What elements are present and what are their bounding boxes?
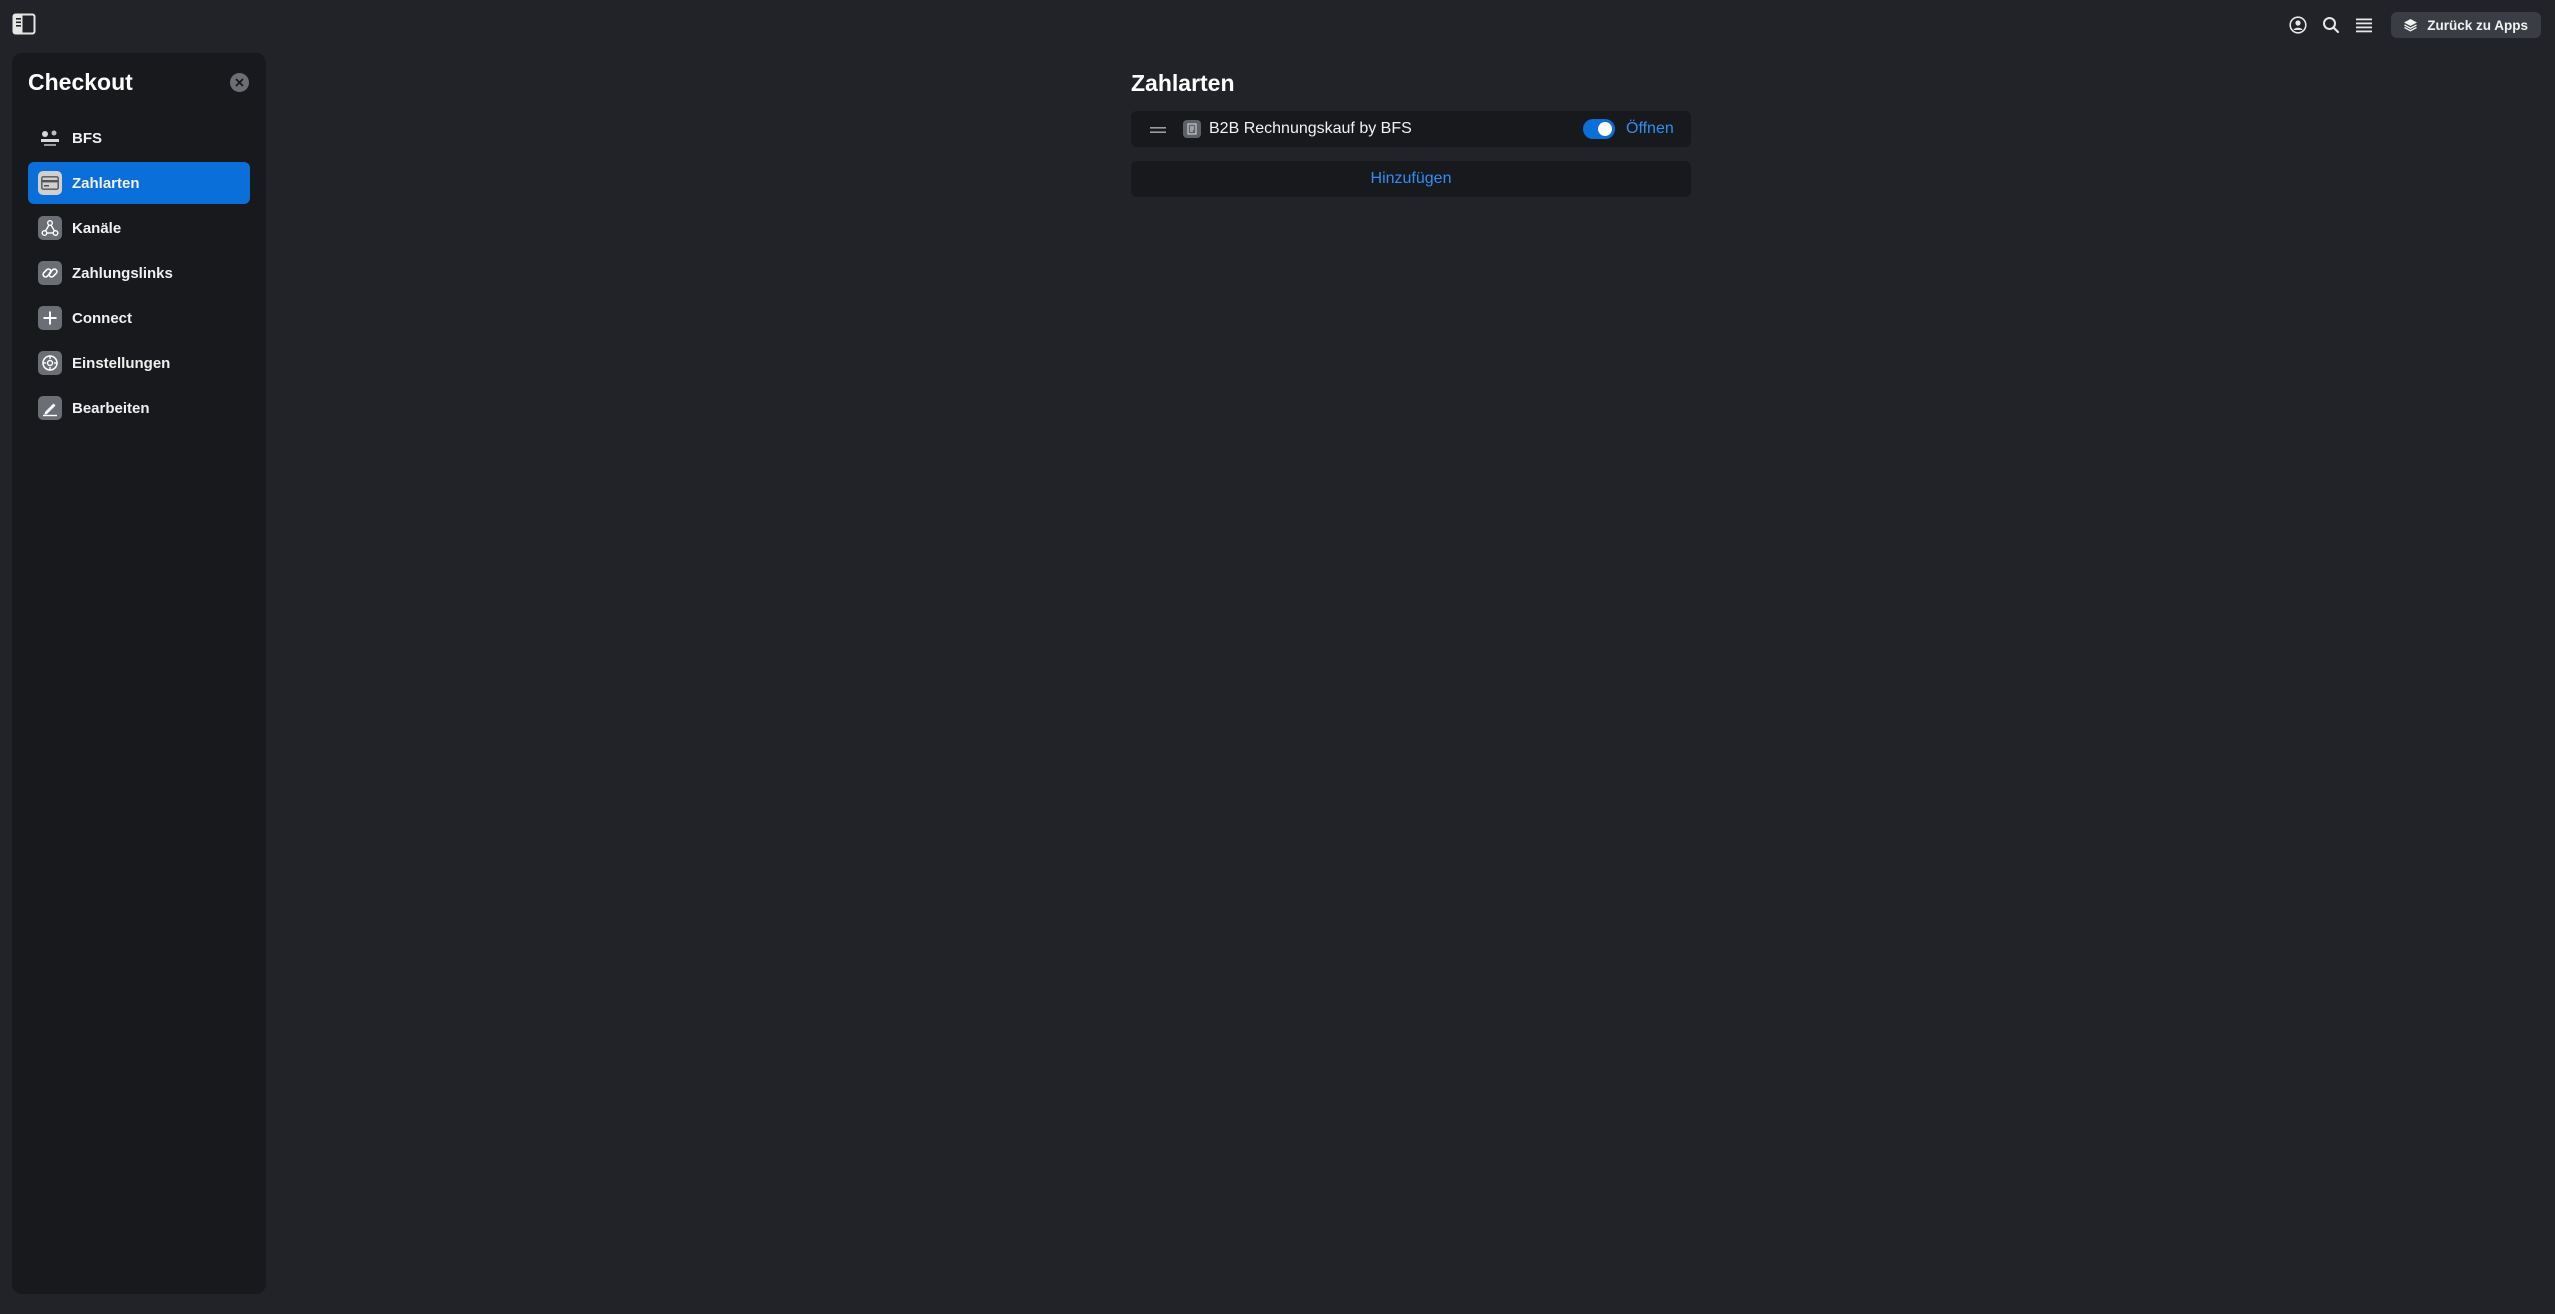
sidebar-title: Checkout [28, 69, 133, 95]
sidebar-item-label: Kanäle [72, 219, 122, 237]
sidebar-item-connect[interactable]: Connect [28, 297, 250, 339]
toggle-knob [1598, 122, 1612, 136]
bfs-logo-icon [38, 126, 62, 150]
back-to-apps-label: Zurück zu Apps [2427, 17, 2528, 33]
sidebar-item-kanaele[interactable]: Kanäle [28, 207, 250, 249]
payment-method-row[interactable]: B2B Rechnungskauf by BFS Öffnen [1131, 111, 1691, 147]
account-icon[interactable] [2287, 14, 2309, 36]
open-link[interactable]: Öffnen [1626, 120, 1674, 138]
invoice-icon [1183, 120, 1201, 138]
channels-icon [38, 216, 62, 240]
sidebar-item-zahlarten[interactable]: Zahlarten [28, 162, 250, 204]
menu-icon[interactable] [2353, 14, 2375, 36]
settings-icon [38, 351, 62, 375]
sidebar-item-label: Connect [72, 309, 132, 327]
sidebar-item-label: Zahlungslinks [72, 264, 173, 282]
plus-icon [38, 306, 62, 330]
sidebar-item-einstellungen[interactable]: Einstellungen [28, 342, 250, 384]
edit-icon [38, 396, 62, 420]
sidebar-item-label: Einstellungen [72, 354, 171, 372]
sidebar-nav: BFS Zahlarten Kanäle Zahlungslinks Conne… [28, 117, 250, 432]
card-icon [38, 171, 62, 195]
sidebar-item-label: BFS [72, 129, 102, 147]
sidebar: Checkout BFS Zahlarten Kanäle Zahlungsli… [12, 53, 266, 1294]
sidebar-item-bfs[interactable]: BFS [28, 117, 250, 159]
close-icon[interactable] [229, 72, 250, 93]
apps-stack-icon [2404, 19, 2418, 32]
search-icon[interactable] [2320, 14, 2342, 36]
sidebar-item-bearbeiten[interactable]: Bearbeiten [28, 387, 250, 429]
drag-handle-icon[interactable] [1150, 123, 1166, 135]
main-content: Zahlarten B2B Rechnungskauf by BFS Öffne… [1131, 70, 1691, 197]
top-bar: Zurück zu Apps [0, 0, 2555, 50]
sidebar-toggle-icon[interactable] [12, 12, 36, 36]
payment-method-name: B2B Rechnungskauf by BFS [1209, 120, 1412, 137]
sidebar-item-label: Bearbeiten [72, 399, 150, 417]
payment-method-toggle[interactable] [1583, 119, 1615, 139]
back-to-apps-button[interactable]: Zurück zu Apps [2391, 12, 2541, 38]
page-title: Zahlarten [1131, 70, 1235, 96]
sidebar-item-label: Zahlarten [72, 174, 140, 192]
top-actions: Zurück zu Apps [2287, 11, 2541, 39]
sidebar-item-zahlungslinks[interactable]: Zahlungslinks [28, 252, 250, 294]
add-payment-method-button[interactable]: Hinzufügen [1131, 161, 1691, 197]
link-icon [38, 261, 62, 285]
